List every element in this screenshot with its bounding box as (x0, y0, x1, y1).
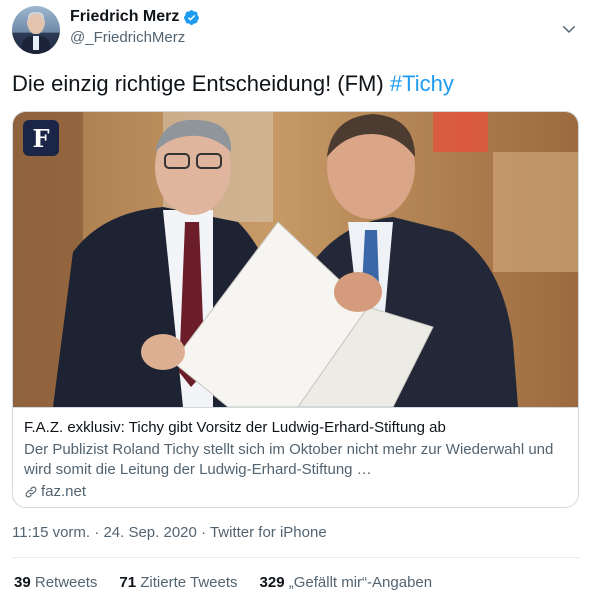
tweet-time[interactable]: 11:15 vorm. (12, 524, 90, 541)
avatar-shirt (33, 36, 39, 50)
card-body[interactable]: F.A.Z. exklusiv: Tichy gibt Vorsitz der … (13, 407, 578, 507)
tweet-body: Die einzig richtige Entscheidung! (FM) (12, 71, 384, 96)
meta-separator-2: · (201, 524, 207, 541)
author-handle[interactable]: @_FriedrichMerz (70, 29, 200, 46)
card-title[interactable]: F.A.Z. exklusiv: Tichy gibt Vorsitz der … (24, 418, 569, 438)
meta-separator: · (94, 524, 100, 541)
retweets-stat[interactable]: 39 Retweets (14, 574, 97, 591)
link-card[interactable]: F F.A.Z. exklusiv: Tichy gibt Vorsitz de… (12, 111, 579, 508)
hashtag-link[interactable]: #Tichy (390, 71, 454, 96)
tweet-text: Die einzig richtige Entscheidung! (FM) #… (12, 70, 454, 98)
tweet-date[interactable]: 24. Sep. 2020 (103, 524, 196, 541)
publisher-logo: F (32, 123, 50, 153)
likes-stat[interactable]: 329 „Gefällt mir“-Angaben (260, 574, 433, 591)
avatar-head (28, 14, 44, 34)
likes-label: „Gefällt mir“-Angaben (288, 574, 433, 591)
card-domain[interactable]: faz.net (24, 482, 569, 502)
quotes-count: 71 (119, 574, 137, 591)
verified-badge-icon (184, 9, 200, 25)
quotes-stat[interactable]: 71 Zitierte Tweets (119, 574, 237, 591)
card-photo (13, 112, 578, 407)
author-info[interactable]: Friedrich Merz @_FriedrichMerz (70, 8, 200, 46)
tweet-stats: 39 Retweets 71 Zitierte Tweets 329 „Gefä… (14, 574, 432, 591)
chevron-down-icon[interactable] (560, 20, 578, 38)
tweet-source[interactable]: Twitter for iPhone (210, 524, 327, 541)
card-domain-label: faz.net (41, 483, 87, 500)
tweet-meta: 11:15 vorm. · 24. Sep. 2020 · Twitter fo… (12, 524, 327, 541)
avatar[interactable] (12, 6, 60, 54)
card-description: Der Publizist Roland Tichy stellt sich i… (24, 441, 554, 478)
link-icon (25, 486, 37, 498)
divider (12, 557, 580, 558)
quotes-label: Zitierte Tweets (140, 574, 238, 591)
retweets-count: 39 (14, 574, 31, 591)
likes-count: 329 (259, 574, 285, 591)
tweet-header: Friedrich Merz @_FriedrichMerz (12, 4, 580, 56)
author-display-name[interactable]: Friedrich Merz (70, 8, 179, 26)
retweets-label: Retweets (34, 574, 98, 591)
